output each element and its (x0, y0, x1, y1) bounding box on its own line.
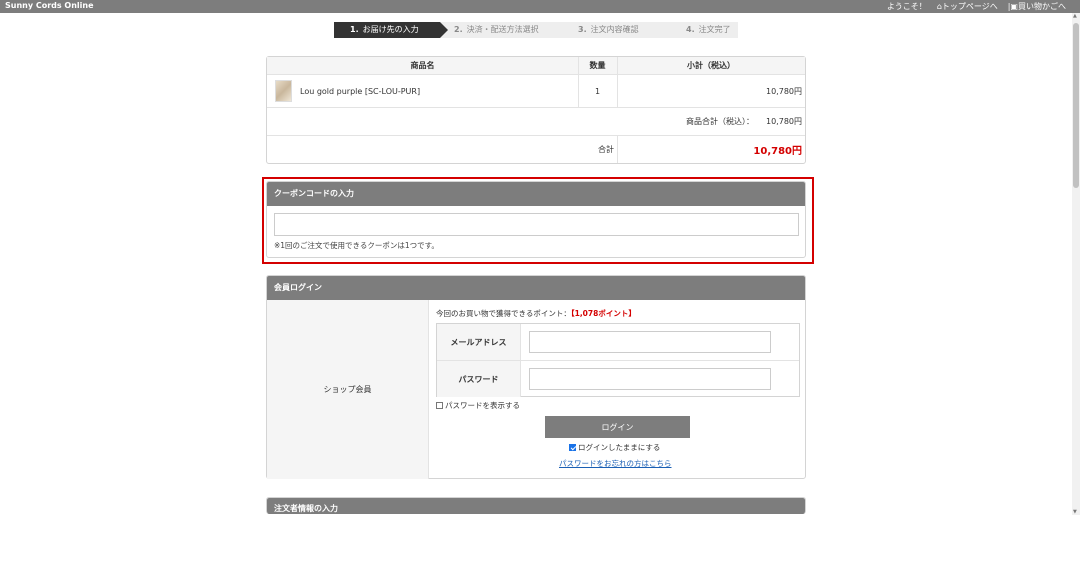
product-name[interactable]: Lou gold purple [SC-LOU-PUR] (300, 87, 420, 96)
coupon-note: ※1回のご注文で使用できるクーポンは1つです。 (274, 241, 439, 250)
header-subtotal: 小計（税込） (687, 61, 735, 70)
top-bar: Sunny Cords Online ようこそ！ ⌂トップページへ |▣買い物か… (0, 0, 1080, 13)
step-2-num: 2. (454, 25, 463, 34)
shop-member-label: ショップ会員 (267, 300, 429, 479)
page-scrollbar[interactable]: ▲ ▼ (1072, 13, 1080, 515)
keep-logged-in-checkbox[interactable] (569, 444, 576, 451)
points-prefix: 今回のお買い物で獲得できるポイント： (436, 309, 571, 318)
login-button[interactable]: ログイン (545, 416, 690, 438)
email-field[interactable] (529, 331, 771, 353)
coupon-title: クーポンコードの入力 (267, 182, 805, 206)
cart-header-row: 商品名 数量 小計（税込） (267, 57, 805, 75)
welcome-text: ようこそ！ (886, 2, 927, 11)
email-label: メールアドレス (437, 324, 521, 360)
step-4-label: 注文完了 (698, 25, 731, 34)
member-login-panel: 会員ログイン ショップ会員 今回のお買い物で獲得できるポイント：【1,078ポイ… (266, 275, 806, 479)
points-info: 今回のお買い物で獲得できるポイント：【1,078ポイント】 (436, 308, 636, 319)
step-1-label: お届け先の入力 (362, 25, 419, 34)
password-label: パスワード (437, 361, 521, 397)
step-1-num: 1. (350, 25, 359, 34)
top-page-link[interactable]: ⌂トップページへ (937, 1, 998, 12)
forgot-password-link[interactable]: パスワードをお忘れの方はこちら (559, 458, 672, 469)
product-thumbnail[interactable] (275, 80, 292, 102)
step-4: 4. 注文完了 (654, 22, 738, 38)
keep-logged-in-label: ログインしたままにする (578, 443, 661, 452)
top-page-link-label: トップページへ (941, 2, 998, 11)
grand-total-label: 合計 (598, 145, 614, 154)
cart-link-label: 買い物かごへ (1018, 2, 1066, 11)
show-password-checkbox[interactable] (436, 402, 443, 409)
cart-icon: |▣ (1007, 2, 1018, 11)
orderer-title: 注文者情報の入力 (267, 498, 805, 514)
header-product: 商品名 (410, 61, 435, 70)
product-total-value: 10,780円 (766, 117, 802, 126)
points-value: 【1,078ポイント】 (570, 309, 636, 318)
step-4-num: 4. (686, 25, 695, 34)
step-3-num: 3. (578, 25, 587, 34)
shop-name[interactable]: Sunny Cords Online (5, 1, 94, 10)
scrollbar-thumb[interactable] (1073, 23, 1079, 188)
item-qty: 1 (594, 86, 601, 96)
login-form-table: メールアドレス パスワード (436, 323, 800, 397)
header-qty: 数量 (589, 61, 606, 70)
scroll-up-icon[interactable]: ▲ (1073, 13, 1077, 19)
keep-logged-in-option[interactable]: ログインしたままにする (569, 442, 660, 453)
orderer-panel: 注文者情報の入力 (266, 497, 806, 514)
step-1: 1. お届け先の入力 (334, 22, 448, 38)
step-2: 2. 決済・配送方法選択 (440, 22, 558, 38)
password-field[interactable] (529, 368, 771, 390)
checkout-steps: 1. お届け先の入力 2. 決済・配送方法選択 3. 注文内容確認 4. 注文完了 (334, 22, 738, 38)
product-total-label: 商品合計（税込）： (686, 117, 754, 126)
item-price: 10,780円 (766, 86, 802, 96)
member-login-title: 会員ログイン (267, 276, 805, 300)
cart-link[interactable]: |▣買い物かごへ (1008, 1, 1066, 12)
scroll-down-icon[interactable]: ▼ (1073, 509, 1077, 515)
show-password-label: パスワードを表示する (445, 401, 520, 410)
top-links: ようこそ！ ⌂トップページへ |▣買い物かごへ (887, 1, 1066, 12)
cart-table: 商品名 数量 小計（税込） Lou gold purple [SC-LOU-PU… (266, 56, 806, 164)
step-3-label: 注文内容確認 (590, 25, 639, 34)
coupon-panel: クーポンコードの入力 ※1回のご注文で使用できるクーポンは1つです。 (266, 181, 806, 258)
step-3: 3. 注文内容確認 (550, 22, 662, 38)
coupon-code-input[interactable] (274, 213, 799, 236)
grand-total-row: 合計 10,780円 (267, 136, 805, 163)
show-password-option[interactable]: パスワードを表示する (436, 400, 520, 411)
product-total-row: 商品合計（税込）： 10,780円 (267, 108, 805, 136)
grand-total-value: 10,780円 (753, 146, 802, 157)
step-2-label: 決済・配送方法選択 (466, 25, 539, 34)
cart-item-row: Lou gold purple [SC-LOU-PUR] 1 10,780円 (267, 75, 805, 108)
